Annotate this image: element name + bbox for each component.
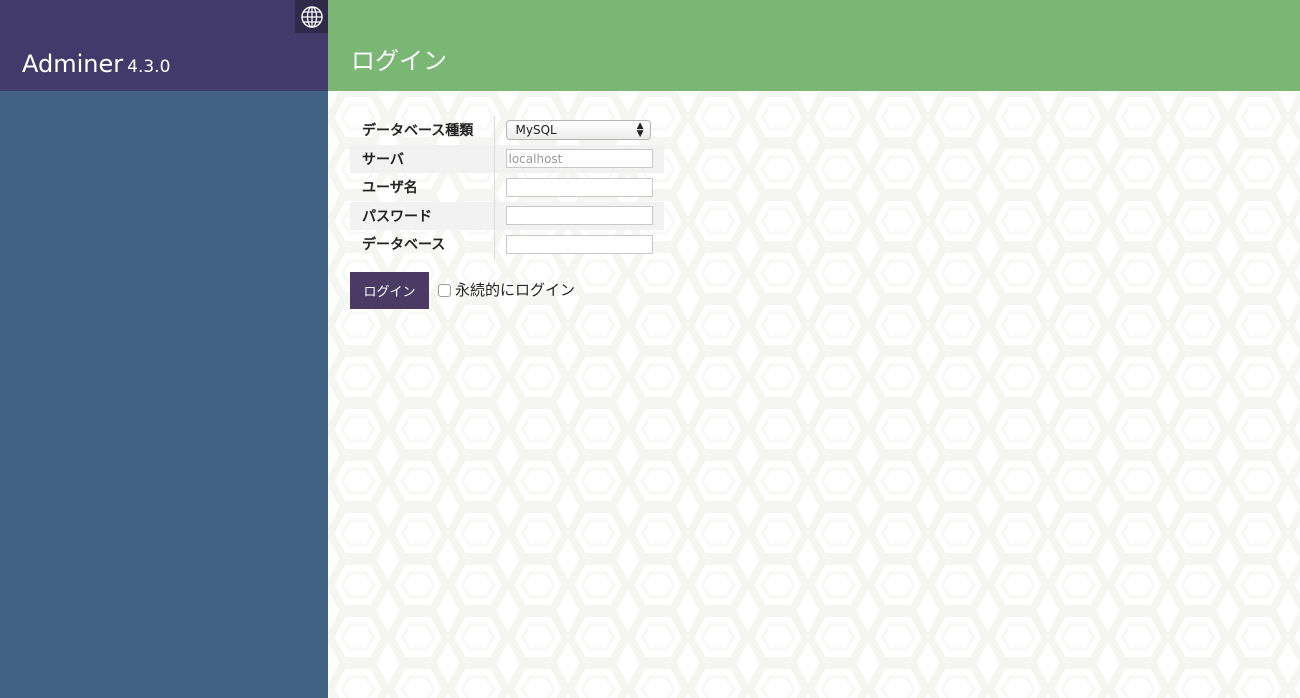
remember-login[interactable]: 永続的にログイン xyxy=(438,279,575,300)
form-row-driver: データベース種類 MySQL ▲ ▼ xyxy=(350,116,664,145)
page-header: ログイン xyxy=(328,0,1300,91)
app-name: Adminer xyxy=(22,50,124,78)
label-username: ユーザ名 xyxy=(350,173,495,202)
app-version: 4.3.0 xyxy=(127,57,171,77)
server-input[interactable] xyxy=(505,149,653,169)
content: データベース種類 MySQL ▲▼ サーバ ユーザ名 パスワード データベース … xyxy=(328,91,1300,698)
remember-checkbox[interactable] xyxy=(438,284,451,297)
driver-select[interactable]: MySQL ▲ ▼ xyxy=(505,120,651,141)
label-password: パスワード xyxy=(350,201,495,230)
login-form-table: データベース種類 MySQL ▲▼ サーバ ユーザ名 パスワード データベース xyxy=(350,116,664,259)
form-row-password: パスワード xyxy=(350,201,664,230)
sidebar xyxy=(0,0,328,698)
login-button[interactable]: ログイン xyxy=(350,272,429,309)
form-row-username: ユーザ名 xyxy=(350,173,664,202)
updown-arrows-icon: ▲ ▼ xyxy=(636,121,644,140)
form-row-server: サーバ xyxy=(350,144,664,173)
form-row-database: データベース xyxy=(350,230,664,259)
database-input[interactable] xyxy=(505,234,653,254)
password-input[interactable] xyxy=(505,206,653,226)
label-server: サーバ xyxy=(350,144,495,173)
driver-select-value: MySQL xyxy=(515,123,557,138)
sidebar-header: Adminer 4.3.0 xyxy=(0,0,328,91)
globe-icon xyxy=(300,5,323,28)
page-title: ログイン xyxy=(351,47,447,75)
label-driver: データベース種類 xyxy=(350,116,495,145)
label-database: データベース xyxy=(350,230,495,259)
language-button[interactable] xyxy=(295,0,328,33)
username-input[interactable] xyxy=(505,177,653,197)
remember-label: 永続的にログイン xyxy=(455,281,576,299)
app-title[interactable]: Adminer 4.3.0 xyxy=(22,49,170,82)
